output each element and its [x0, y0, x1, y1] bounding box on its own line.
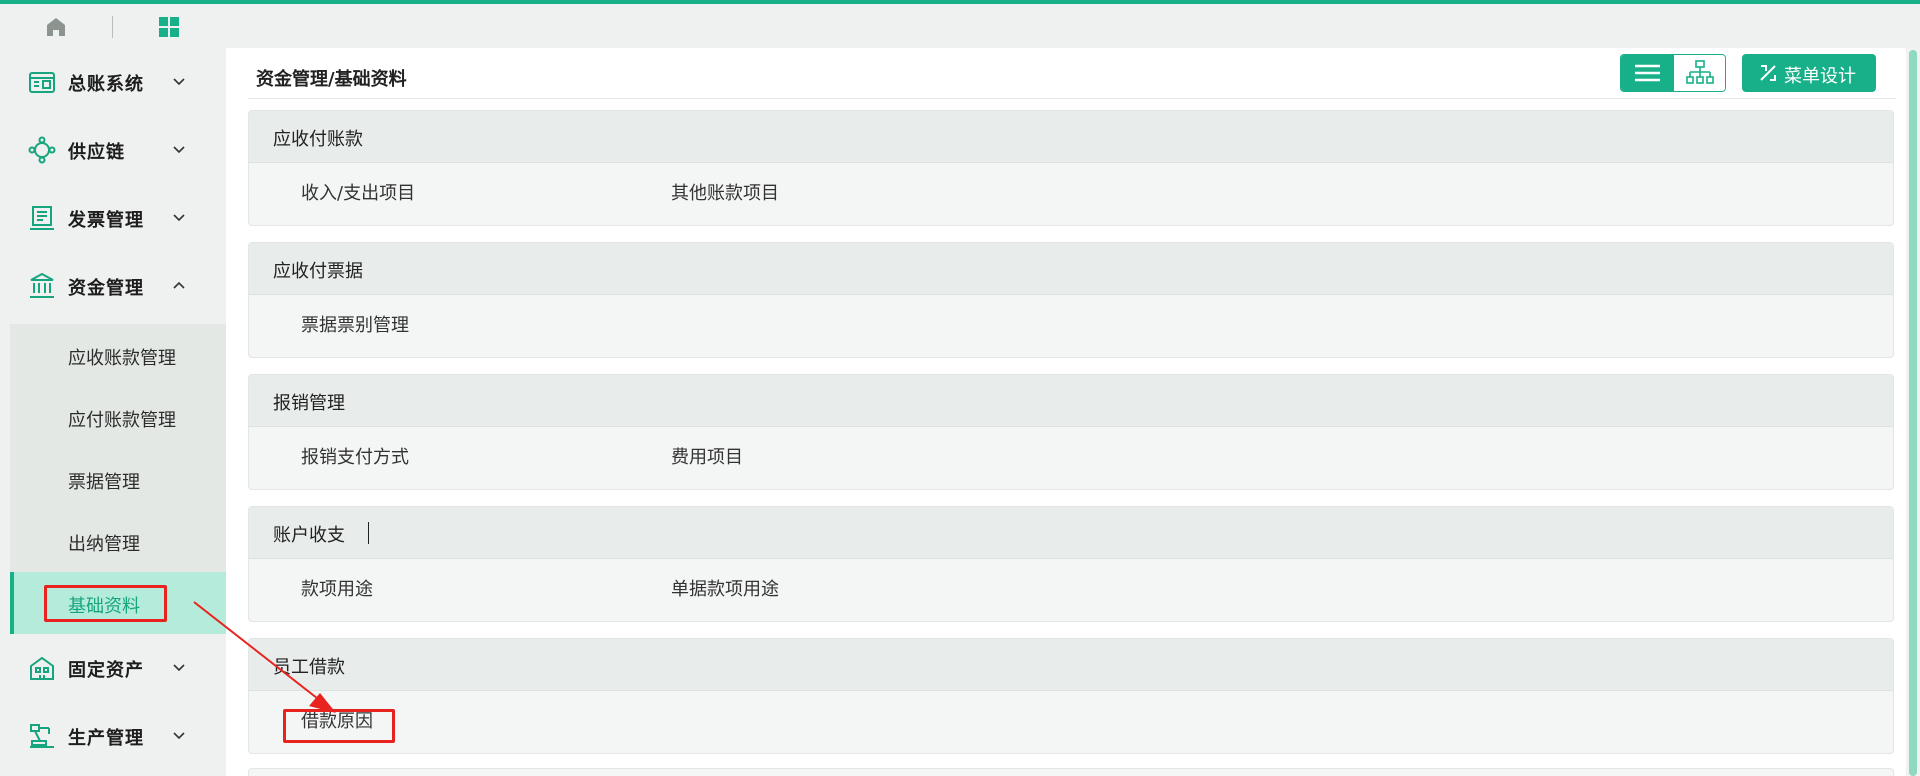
- scrollbar-thumb[interactable]: [1909, 50, 1917, 776]
- vertical-scrollbar[interactable]: [1906, 48, 1920, 776]
- annotation-arrow: [193, 601, 336, 713]
